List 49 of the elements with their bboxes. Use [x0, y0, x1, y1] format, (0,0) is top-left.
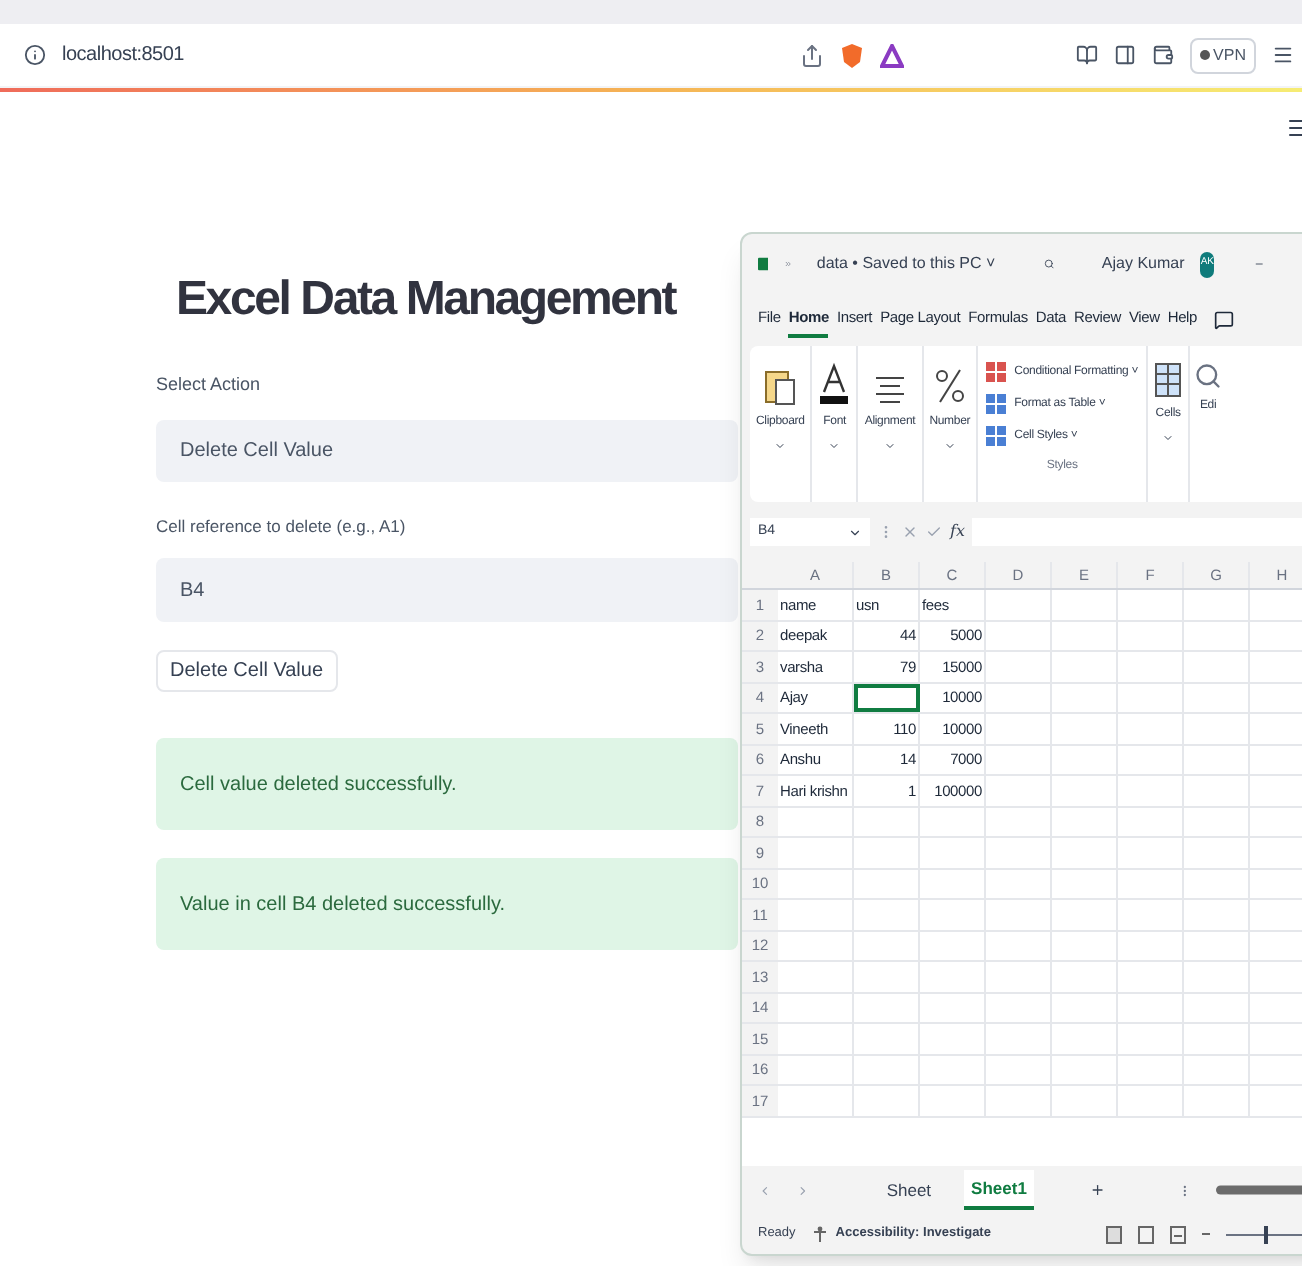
sheet-tab[interactable]: Sheet1: [963, 1169, 1035, 1211]
excel-logo-icon: [758, 252, 769, 276]
delete-cell-button[interactable]: Delete Cell Value: [156, 650, 338, 693]
page-layout-icon[interactable]: [1138, 1225, 1155, 1243]
field-label: Select Action: [156, 372, 261, 398]
chevron-icon: [943, 440, 956, 452]
search-icon: [1194, 362, 1223, 390]
vpn-button[interactable]: VPN: [1189, 37, 1256, 73]
horizontal-scrollbar[interactable]: [1215, 1184, 1302, 1196]
table-style-icon: [986, 362, 1007, 382]
zoom-slider-thumb[interactable]: [1264, 1225, 1269, 1243]
clipboard-icon: [764, 366, 797, 406]
share-icon[interactable]: [799, 43, 824, 67]
add-sheet-icon[interactable]: [1090, 1180, 1107, 1200]
search-icon[interactable]: [1043, 254, 1054, 274]
menu-icon[interactable]: [1272, 44, 1294, 66]
percent-icon: [933, 366, 966, 406]
field-label: Cell reference to delete (e.g., A1): [156, 513, 406, 539]
chevron-icon: [774, 440, 787, 452]
table-style-icon: [986, 426, 1007, 446]
table-style-icon: [986, 394, 1007, 414]
success-message: Cell value deleted successfully.: [156, 738, 738, 831]
address-bar-url[interactable]: localhost:8501: [62, 40, 184, 70]
vpn-dot-icon: [1199, 50, 1210, 60]
chevron-icon: [1162, 432, 1175, 444]
shield-icon[interactable]: [839, 41, 864, 69]
more-options-icon[interactable]: [1178, 1181, 1192, 1199]
page-break-icon[interactable]: [1170, 1225, 1187, 1243]
cells-icon: [1154, 362, 1183, 398]
check-icon[interactable]: [926, 524, 942, 540]
sheet-tab[interactable]: Sheet: [878, 1171, 940, 1209]
chevron-icon: [828, 440, 841, 452]
site-info-icon[interactable]: [24, 44, 46, 66]
page-title: Excel Data Management: [176, 270, 676, 330]
workbook-title[interactable]: data • Saved to this PC ˅: [816, 252, 996, 276]
normal-view-icon[interactable]: [1106, 1225, 1123, 1243]
align-center-icon: [874, 374, 907, 406]
user-name: Ajay Kumar: [1101, 252, 1185, 276]
sidebar-icon[interactable]: [1113, 44, 1136, 66]
chevron-icon: [884, 440, 897, 452]
insert-function-button[interactable]: fx: [950, 520, 965, 544]
cell-reference-field[interactable]: B4: [156, 558, 738, 623]
comments-icon[interactable]: [1213, 310, 1234, 330]
triangle-icon[interactable]: [879, 43, 904, 67]
action-select[interactable]: Delete Cell Value: [156, 419, 738, 481]
success-message: Value in cell B4 deleted successfully.: [156, 858, 738, 951]
wallet-icon[interactable]: [1151, 44, 1174, 66]
font-color-icon: [818, 362, 851, 406]
accessibility-icon[interactable]: [811, 1226, 828, 1242]
